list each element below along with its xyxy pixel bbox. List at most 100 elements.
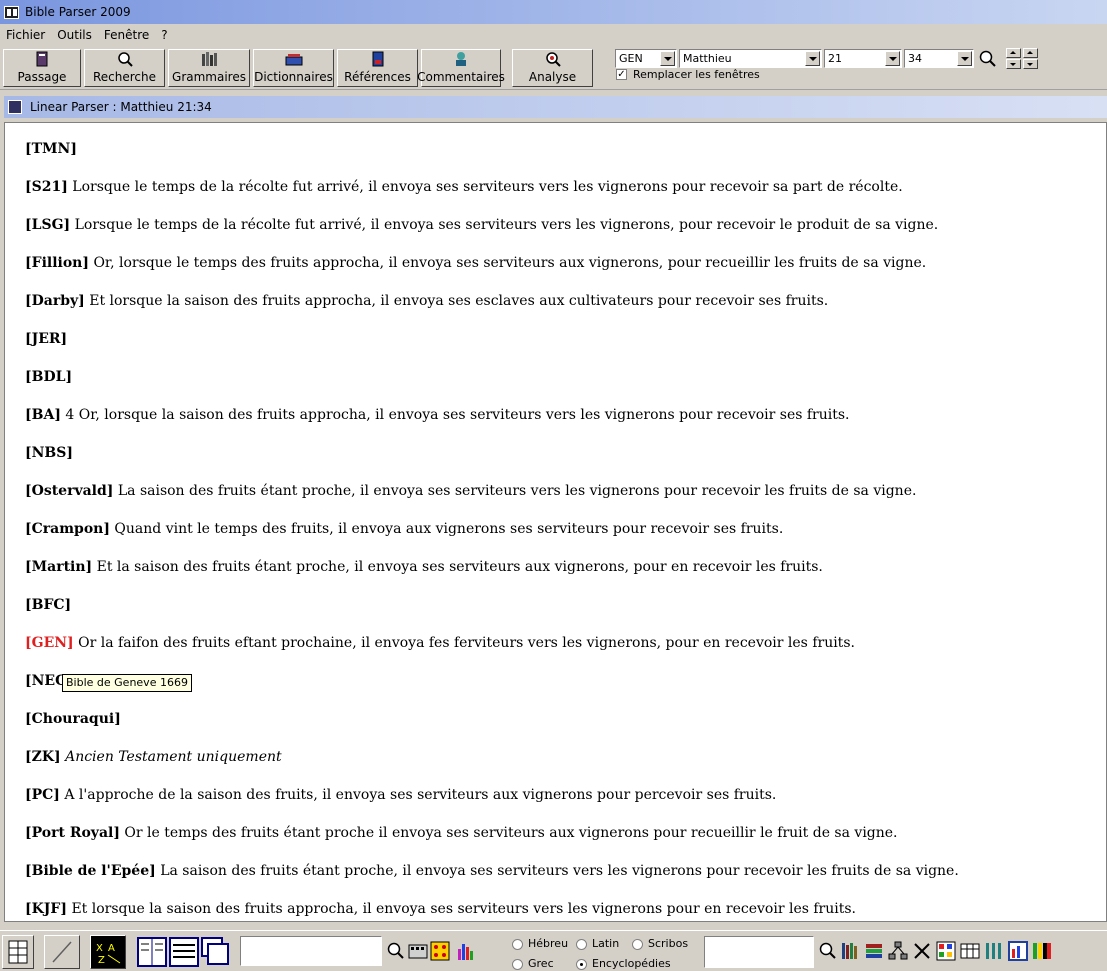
menu-outils[interactable]: Outils — [51, 28, 98, 42]
go-magnifier-icon[interactable] — [978, 49, 998, 68]
child-window-title-bar[interactable]: Linear Parser : Matthieu 21:34 — [4, 96, 1107, 118]
books-icon — [202, 52, 217, 66]
reference-books-icon — [372, 51, 383, 67]
radio-hebreu[interactable] — [512, 939, 523, 950]
prev-chapter-spin-down[interactable] — [1006, 59, 1021, 69]
analyse-magnifier-icon — [545, 52, 561, 67]
commentaires-button[interactable]: Commentaires — [417, 49, 505, 87]
chevron-down-icon[interactable] — [805, 51, 820, 66]
window-title-bar[interactable]: Bible Parser 2009 — [0, 0, 1107, 24]
keyboard-icon[interactable] — [408, 941, 428, 961]
references-button-label: Références — [344, 70, 411, 84]
bar-chart-icon[interactable] — [456, 941, 476, 961]
verse-version-tag[interactable]: [KJF] — [25, 901, 67, 917]
verse-version-tag[interactable]: [TMN] — [25, 141, 77, 157]
search-magnifier-icon[interactable] — [386, 941, 406, 961]
verse-version-tag[interactable]: [Darby] — [25, 293, 85, 309]
verse-version-tag[interactable]: [Crampon] — [25, 521, 110, 537]
verse-line: [TMN] — [25, 139, 1095, 159]
verse-version-tag[interactable]: [Port Royal] — [25, 825, 120, 841]
verse-text: Lorsque le temps de la récolte fut arriv… — [72, 179, 903, 195]
passage-button[interactable]: Passage — [3, 49, 81, 87]
grid-view-button[interactable] — [2, 935, 34, 969]
verse-version-tag[interactable]: [BDL] — [25, 369, 72, 385]
grammaires-button-label: Grammaires — [172, 70, 246, 84]
verse-list[interactable]: [TMN] [S21] Lorsque le temps de la récolt… — [4, 122, 1107, 922]
replace-windows-checkbox[interactable]: ✓ — [616, 69, 627, 80]
verse-version-tag[interactable]: [JER] — [25, 331, 67, 347]
child-window-title: Linear Parser : Matthieu 21:34 — [30, 100, 212, 114]
colored-bars-icon[interactable] — [1032, 941, 1052, 961]
dictionnaires-button[interactable]: Dictionnaires — [253, 49, 334, 87]
chapter-select-value: 21 — [828, 52, 842, 65]
verse-spin-down[interactable] — [1023, 59, 1038, 69]
chevron-down-icon[interactable] — [660, 51, 675, 66]
verse-text: Lorsque le temps de la récolte fut arriv… — [74, 217, 939, 233]
bible-book-icon — [36, 51, 48, 67]
diagonal-button[interactable] — [44, 935, 80, 969]
encyclopedia-magnifier-icon[interactable] — [818, 941, 838, 961]
list-view-icon[interactable] — [169, 937, 199, 967]
two-columns-icon[interactable] — [137, 937, 167, 967]
chevron-down-icon[interactable] — [885, 51, 900, 66]
verse-select[interactable]: 34 — [904, 49, 974, 68]
verse-version-tag[interactable]: [Fillion] — [25, 255, 89, 271]
cascade-windows-icon[interactable] — [201, 937, 231, 967]
commentator-icon — [456, 52, 466, 66]
passage-button-label: Passage — [17, 70, 67, 84]
menu-fichier[interactable]: Fichier — [0, 28, 51, 42]
verse-version-tag[interactable]: [Ostervald] — [25, 483, 113, 499]
verse-version-tag[interactable]: [LSG] — [25, 217, 70, 233]
columns-icon[interactable] — [984, 941, 1004, 961]
verse-spin-up[interactable] — [1023, 48, 1038, 58]
verse-text: Et lorsque la saison des fruits approcha… — [89, 293, 829, 309]
verse-version-tag[interactable]: [BFC] — [25, 597, 71, 613]
table-icon[interactable] — [960, 941, 980, 961]
analyse-button[interactable]: Analyse — [512, 49, 593, 87]
radio-grec-label: Grec — [528, 957, 554, 970]
radio-grec[interactable] — [512, 959, 523, 970]
verse-version-tag[interactable]: [Bible de l'Epée] — [25, 863, 156, 879]
verse-version-tag[interactable]: [BA] — [25, 407, 61, 423]
analyse-button-label: Analyse — [528, 70, 577, 84]
verse-text: Or le temps des fruits étant proche il e… — [124, 825, 898, 841]
grammaires-button[interactable]: Grammaires — [168, 49, 250, 87]
search-text-input[interactable] — [240, 936, 382, 966]
version-select[interactable]: GEN — [615, 49, 677, 68]
stacked-books-icon[interactable] — [864, 941, 884, 961]
verse-version-tag[interactable]: [Chouraqui] — [25, 711, 121, 727]
verse-version-tag[interactable]: [GEN] — [25, 635, 74, 651]
radio-encyclopedies[interactable] — [576, 959, 587, 970]
verse-version-tag[interactable]: [Martin] — [25, 559, 92, 575]
verse-version-tag[interactable]: [NEG — [25, 673, 67, 689]
library-icon[interactable] — [840, 941, 860, 961]
verse-version-tag[interactable]: [ZK] — [25, 749, 61, 765]
tree-structure-icon[interactable] — [888, 941, 908, 961]
radio-latin[interactable] — [576, 939, 587, 950]
verse-version-tag[interactable]: [NBS] — [25, 445, 73, 461]
dots-grid-icon[interactable] — [430, 941, 450, 961]
colored-grid-icon[interactable] — [936, 941, 956, 961]
references-button[interactable]: Références — [337, 49, 418, 87]
recherche-button[interactable]: Recherche — [84, 49, 165, 87]
menu-help[interactable]: ? — [155, 28, 173, 42]
verse-version-tag[interactable]: [PC] — [25, 787, 60, 803]
chevron-down-icon[interactable] — [957, 51, 972, 66]
replace-windows-label: Remplacer les fenêtres — [633, 68, 760, 81]
chapter-select[interactable]: 21 — [824, 49, 902, 68]
verse-line: [Fillion] Or, lorsque le temps des fruit… — [25, 253, 1095, 273]
encyclopedia-search-input[interactable] — [704, 936, 814, 968]
prev-chapter-spin-up[interactable] — [1006, 48, 1021, 58]
radio-scribos[interactable] — [632, 939, 643, 950]
verse-version-tag[interactable]: [S21] — [25, 179, 68, 195]
tools-icon[interactable] — [912, 941, 932, 961]
verse-line: [S21] Lorsque le temps de la récolte fut… — [25, 177, 1095, 197]
math-button[interactable]: XAZ — [90, 935, 126, 969]
menu-fenetre[interactable]: Fenêtre — [98, 28, 155, 42]
chart-window-icon[interactable] — [1008, 941, 1028, 961]
radio-scribos-label: Scribos — [648, 937, 689, 950]
book-select-value: Matthieu — [683, 52, 732, 65]
verse-line: [PC] A l'approche de la saison des fruit… — [25, 785, 1095, 805]
book-select[interactable]: Matthieu — [679, 49, 822, 68]
verse-line: [Bible de l'Epée] La saison des fruits é… — [25, 861, 1095, 881]
